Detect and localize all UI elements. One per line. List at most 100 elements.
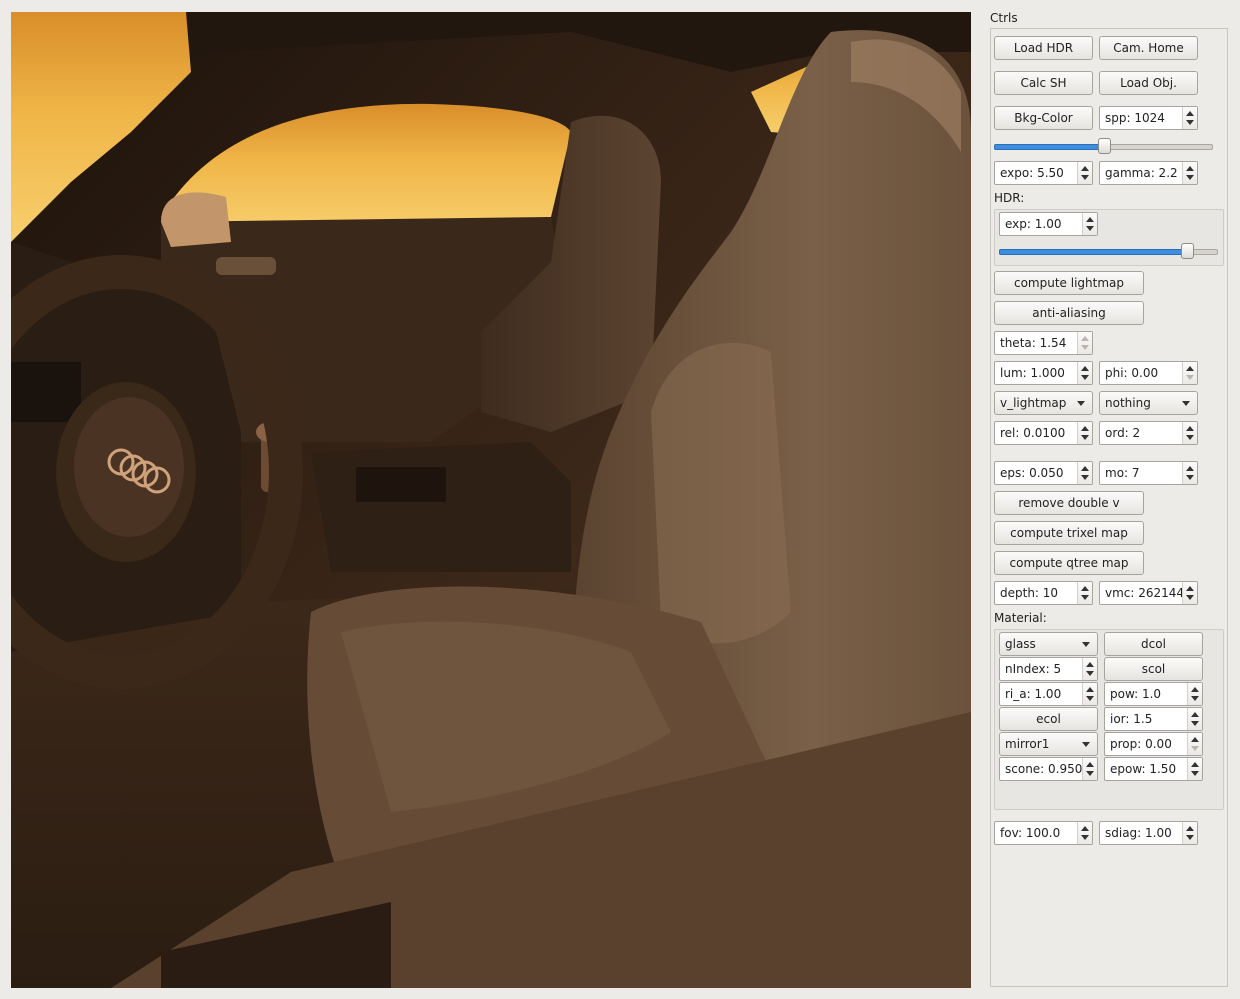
spin-down-icon[interactable] [1081,345,1089,350]
rel-spinbox[interactable]: rel: 0.0100 [994,421,1093,445]
spin-up-icon[interactable] [1086,217,1094,222]
eps-spinbox[interactable]: eps: 0.050 [994,461,1093,485]
epow-arrows[interactable] [1187,758,1202,780]
spin-up-icon[interactable] [1081,366,1089,371]
hdr-exp-arrows[interactable] [1082,213,1097,235]
spin-down-icon[interactable] [1086,671,1094,676]
slider-handle[interactable] [1098,138,1111,154]
spin-down-icon[interactable] [1186,475,1194,480]
vmc-spinbox[interactable]: vmc: 262144 [1099,581,1198,605]
spin-up-icon[interactable] [1081,826,1089,831]
spin-up-icon[interactable] [1191,712,1199,717]
prop-spinbox[interactable]: prop: 0.00 [1104,732,1203,756]
ord-arrows[interactable] [1182,422,1197,444]
expo-arrows[interactable] [1077,162,1092,184]
rel-arrows[interactable] [1077,422,1092,444]
secondary-select[interactable]: nothing [1099,391,1198,415]
prop-arrows[interactable] [1187,733,1202,755]
hdr-exp-spinbox[interactable]: exp: 1.00 [999,212,1098,236]
spp-spinbox[interactable]: spp: 1024 [1099,106,1198,130]
render-viewport[interactable] [11,12,971,988]
nindex-spinbox[interactable]: nIndex: 5 [999,657,1098,681]
phi-spinbox[interactable]: phi: 0.00 [1099,361,1198,385]
phi-arrows[interactable] [1182,362,1197,384]
sdiag-arrows[interactable] [1182,822,1197,844]
nindex-arrows[interactable] [1082,658,1097,680]
ior-spinbox[interactable]: ior: 1.5 [1104,707,1203,731]
fov-spinbox[interactable]: fov: 100.0 [994,821,1093,845]
sdiag-spinbox[interactable]: sdiag: 1.00 [1099,821,1198,845]
hdr-exp-slider[interactable] [999,243,1218,259]
spin-down-icon[interactable] [1086,226,1094,231]
gamma-arrows[interactable] [1182,162,1197,184]
spin-up-icon[interactable] [1186,111,1194,116]
fov-arrows[interactable] [1077,822,1092,844]
spin-down-icon[interactable] [1191,771,1199,776]
cam-home-button[interactable]: Cam. Home [1099,36,1198,60]
spin-up-icon[interactable] [1081,166,1089,171]
vmc-arrows[interactable] [1182,582,1197,604]
spin-down-icon[interactable] [1191,746,1199,751]
spp-arrows[interactable] [1182,107,1197,129]
spin-down-icon[interactable] [1191,696,1199,701]
spin-up-icon[interactable] [1186,826,1194,831]
ecol-button[interactable]: ecol [999,707,1098,731]
spin-up-icon[interactable] [1191,737,1199,742]
load-obj-button[interactable]: Load Obj. [1099,71,1198,95]
spin-down-icon[interactable] [1086,771,1094,776]
spin-up-icon[interactable] [1186,166,1194,171]
mo-spinbox[interactable]: mo: 7 [1099,461,1198,485]
spin-up-icon[interactable] [1081,426,1089,431]
slider-handle[interactable] [1181,243,1194,259]
bkg-color-button[interactable]: Bkg-Color [994,106,1093,130]
compute-trixel-map-button[interactable]: compute trixel map [994,521,1144,545]
spin-down-icon[interactable] [1186,835,1194,840]
spin-up-icon[interactable] [1186,426,1194,431]
compute-qtree-map-button[interactable]: compute qtree map [994,551,1144,575]
anti-aliasing-button[interactable]: anti-aliasing [994,301,1144,325]
spin-down-icon[interactable] [1081,595,1089,600]
ri-a-spinbox[interactable]: ri_a: 1.00 [999,682,1098,706]
calc-sh-button[interactable]: Calc SH [994,71,1093,95]
load-hdr-button[interactable]: Load HDR [994,36,1093,60]
spin-down-icon[interactable] [1186,595,1194,600]
spin-down-icon[interactable] [1186,435,1194,440]
spin-down-icon[interactable] [1191,721,1199,726]
scone-arrows[interactable] [1082,758,1097,780]
spin-down-icon[interactable] [1081,475,1089,480]
spin-up-icon[interactable] [1081,586,1089,591]
spp-slider[interactable] [994,138,1213,154]
theta-spinbox[interactable]: theta: 1.54 [994,331,1093,355]
material-type-select[interactable]: glass [999,632,1098,656]
expo-spinbox[interactable]: expo: 5.50 [994,161,1093,185]
theta-arrows[interactable] [1077,332,1092,354]
spin-up-icon[interactable] [1086,662,1094,667]
pow-spinbox[interactable]: pow: 1.0 [1104,682,1203,706]
spin-up-icon[interactable] [1186,366,1194,371]
gamma-spinbox[interactable]: gamma: 2.2 [1099,161,1198,185]
spin-down-icon[interactable] [1186,375,1194,380]
spin-up-icon[interactable] [1186,466,1194,471]
remove-double-v-button[interactable]: remove double v [994,491,1144,515]
spin-up-icon[interactable] [1086,687,1094,692]
spin-down-icon[interactable] [1081,835,1089,840]
depth-spinbox[interactable]: depth: 10 [994,581,1093,605]
lum-spinbox[interactable]: lum: 1.000 [994,361,1093,385]
spin-down-icon[interactable] [1186,175,1194,180]
eps-arrows[interactable] [1077,462,1092,484]
spin-down-icon[interactable] [1086,696,1094,701]
scol-button[interactable]: scol [1104,657,1203,681]
spin-up-icon[interactable] [1186,586,1194,591]
scone-spinbox[interactable]: scone: 0.950 [999,757,1098,781]
pow-arrows[interactable] [1187,683,1202,705]
spin-up-icon[interactable] [1081,336,1089,341]
spin-down-icon[interactable] [1186,120,1194,125]
depth-arrows[interactable] [1077,582,1092,604]
epow-spinbox[interactable]: epow: 1.50 [1104,757,1203,781]
spin-up-icon[interactable] [1191,762,1199,767]
mo-arrows[interactable] [1182,462,1197,484]
spin-down-icon[interactable] [1081,375,1089,380]
ri-a-arrows[interactable] [1082,683,1097,705]
dcol-button[interactable]: dcol [1104,632,1203,656]
lum-arrows[interactable] [1077,362,1092,384]
